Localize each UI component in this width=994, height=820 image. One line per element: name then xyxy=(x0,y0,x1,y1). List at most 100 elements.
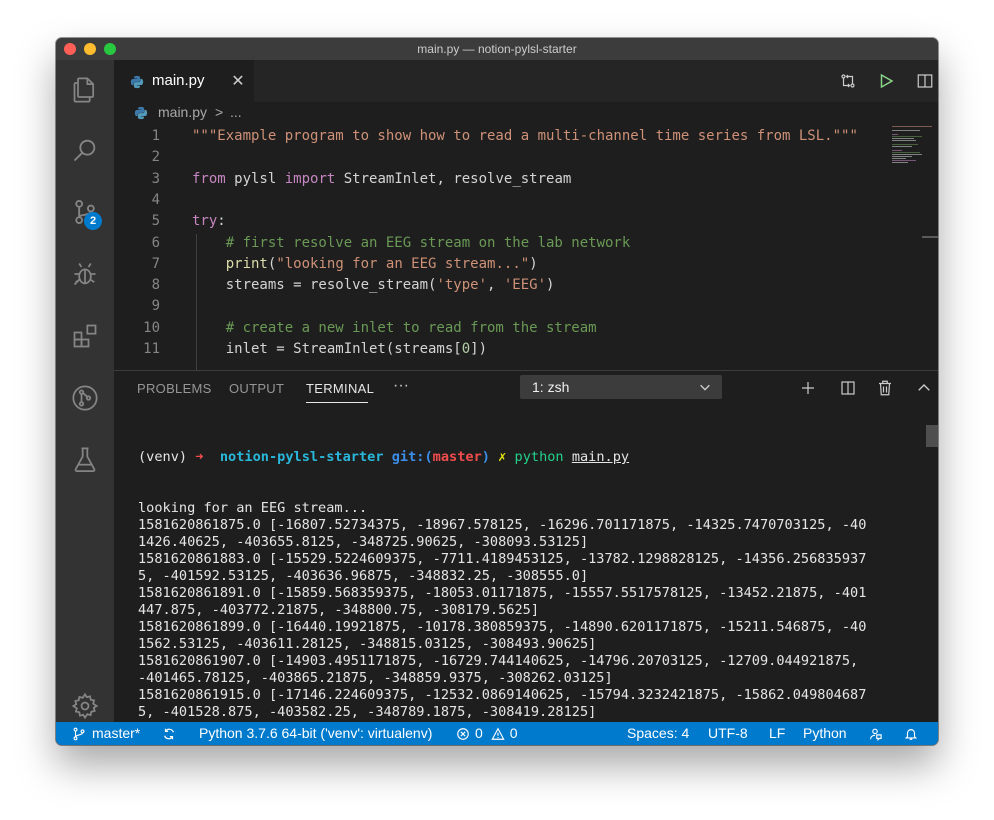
code-text: streams = resolve_stream('type', 'EEG') xyxy=(192,277,555,294)
line-number[interactable]: 10 xyxy=(114,317,160,339)
search-icon[interactable] xyxy=(56,126,114,174)
terminal-select[interactable]: 1: zsh xyxy=(520,375,722,399)
minimap-line xyxy=(892,138,914,139)
minimize-window-button[interactable] xyxy=(84,43,96,55)
line-number[interactable]: 9 xyxy=(114,295,160,317)
maximize-panel-chevron-up-icon[interactable] xyxy=(913,377,935,399)
status-indentation[interactable]: Spaces: 4 xyxy=(627,722,689,745)
minimap-line xyxy=(892,160,916,161)
line-number[interactable]: 8 xyxy=(114,274,160,296)
error-icon xyxy=(457,727,469,740)
close-window-button[interactable] xyxy=(64,43,76,55)
code-line[interactable]: 10 # create a new inlet to read from the… xyxy=(114,317,890,339)
terminal-output[interactable]: (venv) ➜ notion-pylsl-starter git:(maste… xyxy=(138,415,928,745)
terminal-line: 1581620861915.0 [-17146.224609375, -1253… xyxy=(138,687,867,703)
code-line[interactable]: 4 xyxy=(114,189,890,211)
line-number[interactable]: 1 xyxy=(114,125,160,147)
line-number[interactable]: 2 xyxy=(114,146,160,168)
open-changes-icon[interactable] xyxy=(836,70,860,92)
line-number[interactable]: 7 xyxy=(114,253,160,275)
minimap-line xyxy=(892,136,922,137)
code-text: from pylsl import StreamInlet, resolve_s… xyxy=(192,170,572,187)
minimap-line xyxy=(892,144,918,145)
minimap-line xyxy=(892,162,908,163)
minimap-line xyxy=(892,156,912,157)
minimap-line xyxy=(892,130,920,131)
git-graph-icon[interactable] xyxy=(56,374,114,422)
python-file-icon xyxy=(130,75,144,89)
terminal-line: 1581620861875.0 [-16807.52734375, -18967… xyxy=(138,517,867,533)
code-line[interactable]: 7 print("looking for an EEG stream...") xyxy=(114,253,890,275)
warning-icon xyxy=(491,727,505,740)
debug-icon[interactable] xyxy=(56,250,114,298)
window-title: main.py — notion-pylsl-starter xyxy=(417,42,577,56)
notifications-bell-icon[interactable] xyxy=(904,722,918,745)
line-number[interactable]: 6 xyxy=(114,232,160,254)
terminal-line: 1581620861899.0 [-16440.19921875, -10178… xyxy=(138,619,867,635)
status-interpreter[interactable]: Python 3.7.6 64-bit ('venv': virtualenv) xyxy=(199,722,432,745)
terminal-line: 1426.40625, -403655.8125, -348725.90625,… xyxy=(138,534,589,550)
zoom-window-button[interactable] xyxy=(104,43,116,55)
split-terminal-icon[interactable] xyxy=(837,377,859,399)
tab-label: main.py xyxy=(152,72,205,89)
code-editor[interactable]: 1 """Example program to show how to read … xyxy=(114,124,890,370)
feedback-icon[interactable] xyxy=(868,722,882,745)
code-text: inlet = StreamInlet(streams[0]) xyxy=(192,341,488,357)
code-text: """Example program to show how to read a… xyxy=(192,128,858,144)
line-number[interactable]: 3 xyxy=(114,168,160,190)
code-line[interactable]: 3 from pylsl import StreamInlet, resolve_… xyxy=(114,168,890,190)
breadcrumb-file[interactable]: main.py xyxy=(158,104,207,120)
editor-scrollbar[interactable] xyxy=(922,236,938,238)
code-text: try: xyxy=(192,213,226,230)
scm-badge: 2 xyxy=(84,212,102,230)
tab-output[interactable]: OUTPUT xyxy=(229,381,284,396)
code-line[interactable]: 11 inlet = StreamInlet(streams[0]) xyxy=(114,338,890,360)
minimap-line xyxy=(892,158,906,159)
status-language[interactable]: Python xyxy=(803,722,847,745)
code-line[interactable]: 6 # first resolve an EEG stream on the l… xyxy=(114,232,890,254)
line-number[interactable]: 5 xyxy=(114,210,160,232)
terminal-lines: looking for an EEG stream... 158162086187… xyxy=(138,500,928,745)
new-terminal-icon[interactable] xyxy=(797,377,819,399)
code-line[interactable]: 5 try: xyxy=(114,210,890,232)
indent-guide xyxy=(196,234,197,370)
terminal-line: 5, -401592.53125, -403636.96875, -348832… xyxy=(138,568,589,584)
sync-icon[interactable] xyxy=(162,722,176,745)
breadcrumb-symbols[interactable]: ... xyxy=(230,104,242,120)
testing-flask-icon[interactable] xyxy=(56,436,114,484)
tab-problems[interactable]: PROBLEMS xyxy=(137,381,212,396)
minimap-line xyxy=(892,146,912,147)
code-line[interactable]: 8 streams = resolve_stream('type', 'EEG'… xyxy=(114,274,890,296)
terminal-line: 1581620861907.0 [-14903.4951171875, -167… xyxy=(138,653,859,669)
terminal-line: 1581620861883.0 [-15529.5224609375, -771… xyxy=(138,551,867,567)
close-tab-icon[interactable]: ✕ xyxy=(230,71,246,90)
kill-terminal-trash-icon[interactable] xyxy=(874,377,896,399)
breadcrumb-separator: > xyxy=(215,104,224,120)
breadcrumb: main.py > ... xyxy=(114,102,938,124)
panel-more-icon[interactable]: ··· xyxy=(393,377,409,395)
tab-terminal[interactable]: TERMINAL xyxy=(306,381,374,396)
source-control-icon[interactable]: 2 xyxy=(56,188,114,236)
tab-main-py[interactable]: main.py ✕ xyxy=(114,60,254,102)
status-problems[interactable]: 0 0 xyxy=(456,722,518,745)
minimap[interactable] xyxy=(890,124,938,370)
status-encoding[interactable]: UTF-8 xyxy=(708,722,748,745)
status-eol[interactable]: LF xyxy=(769,722,785,745)
code-text: # first resolve an EEG stream on the lab… xyxy=(192,234,631,251)
run-python-icon[interactable] xyxy=(874,70,898,92)
code-line[interactable]: 2 xyxy=(114,146,890,168)
status-branch[interactable]: master* xyxy=(72,722,140,745)
terminal-line: looking for an EEG stream... xyxy=(138,500,368,516)
extensions-icon[interactable] xyxy=(56,312,114,360)
terminal-scrollbar[interactable] xyxy=(926,425,938,447)
vscode-window: main.py — notion-pylsl-starter 2 main.py… xyxy=(56,38,938,745)
code-line[interactable]: 1 """Example program to show how to read … xyxy=(114,125,890,147)
code-line[interactable]: 9 xyxy=(114,295,890,317)
split-editor-icon[interactable] xyxy=(913,70,937,92)
line-number[interactable]: 4 xyxy=(114,189,160,211)
explorer-icon[interactable] xyxy=(56,66,114,114)
minimap-line xyxy=(892,152,920,153)
line-number[interactable]: 11 xyxy=(114,338,160,360)
minimap-line xyxy=(892,140,916,141)
title-bar: main.py — notion-pylsl-starter xyxy=(56,38,938,60)
